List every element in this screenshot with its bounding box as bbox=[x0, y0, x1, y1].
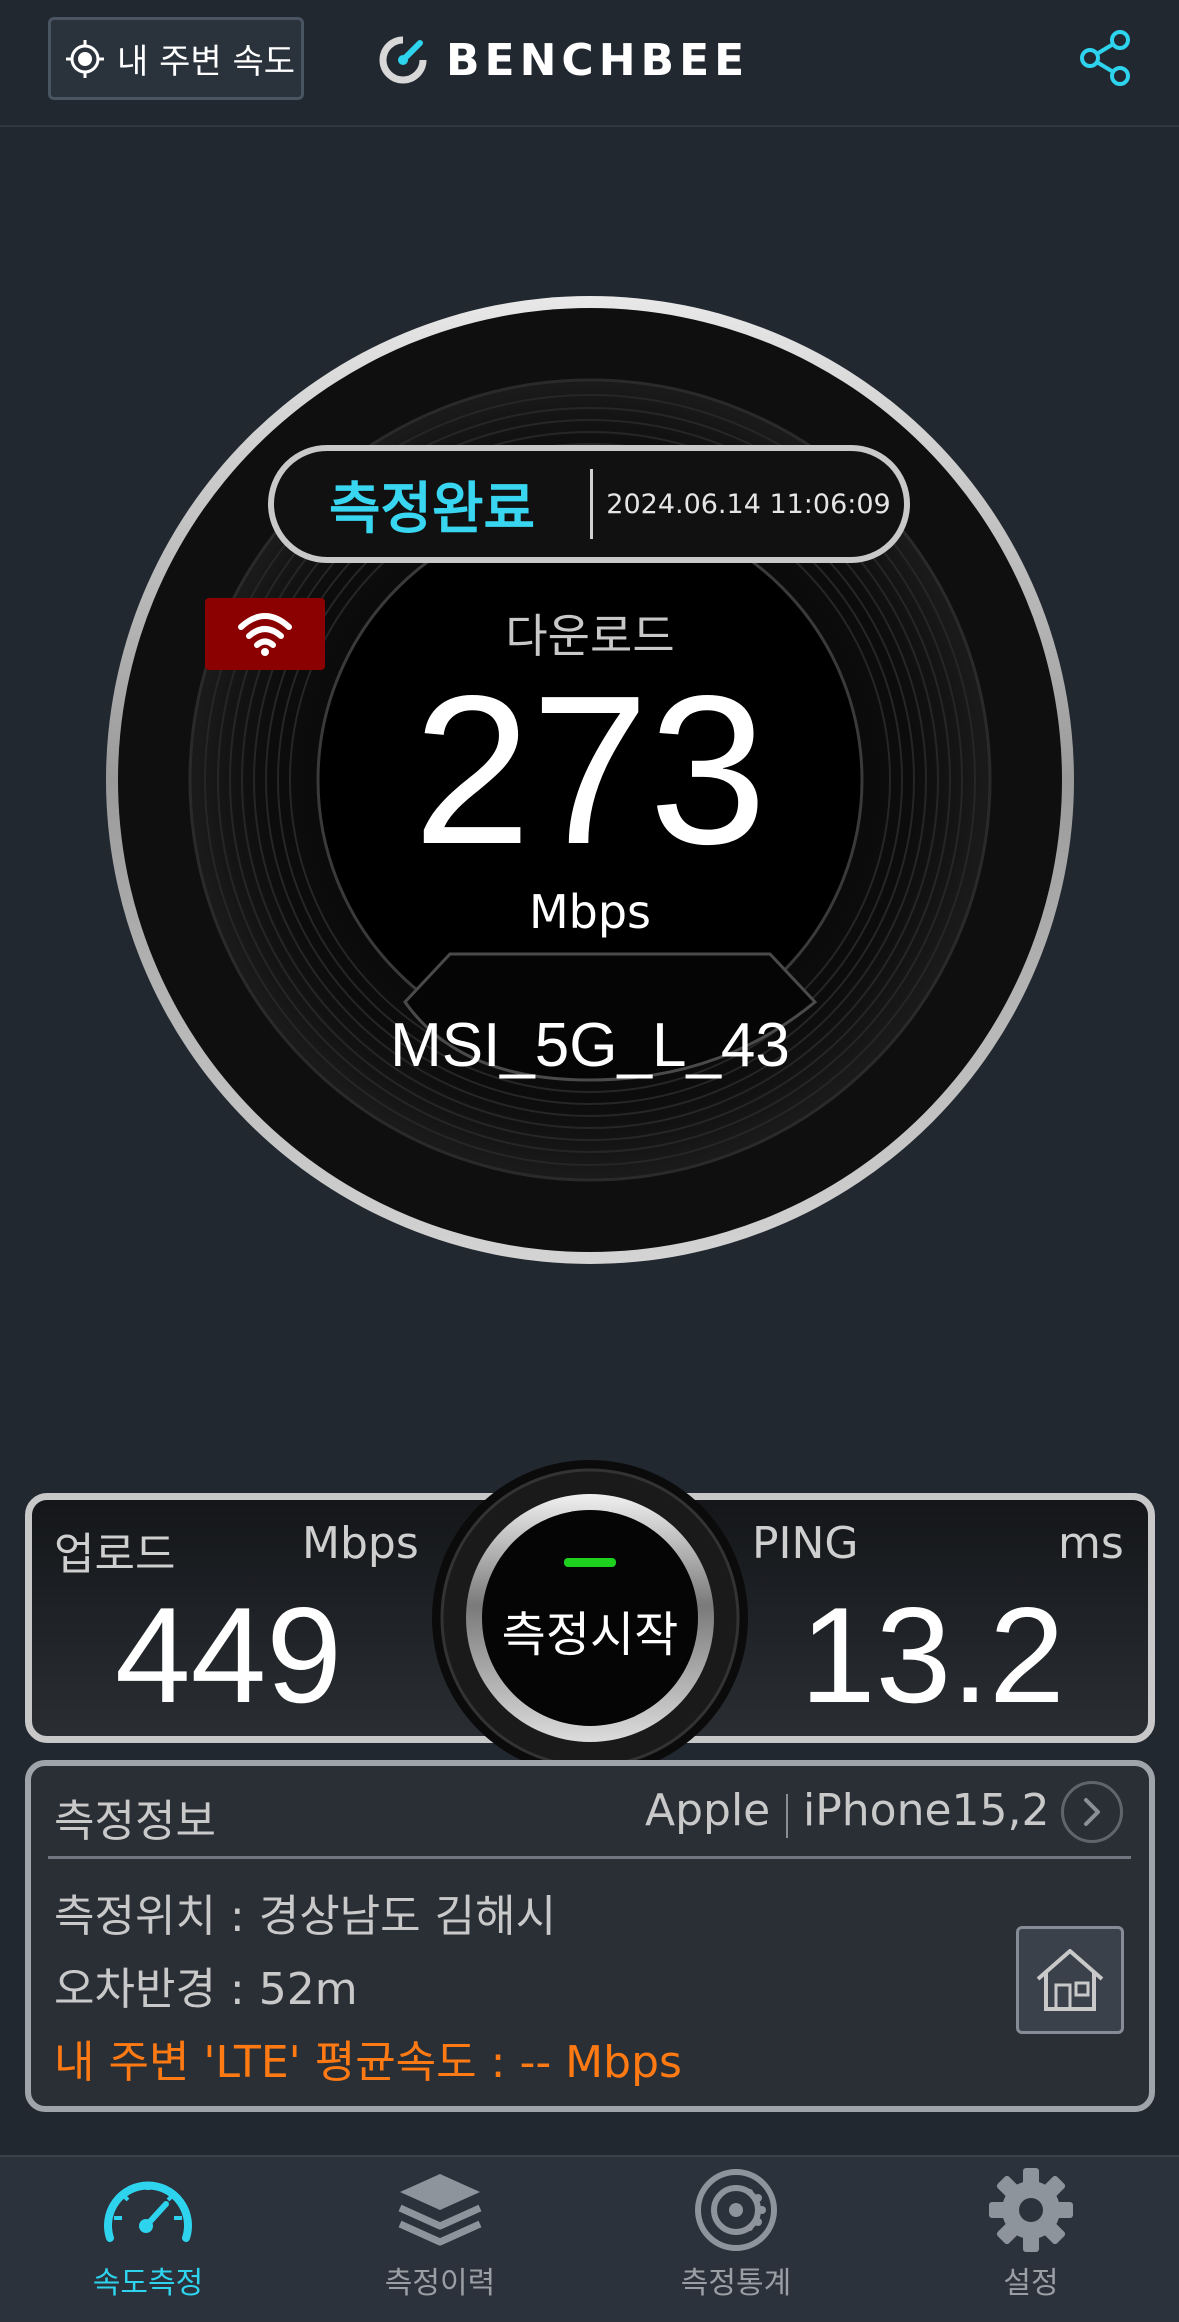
nav-history[interactable]: 측정이력 bbox=[340, 2168, 540, 2318]
download-unit: Mbps bbox=[528, 885, 652, 939]
measurement-location: 측정위치 : 경상남도 김해시 bbox=[54, 1891, 557, 1942]
device-brand: Apple bbox=[645, 1785, 771, 1836]
wifi-icon bbox=[238, 613, 292, 656]
home-button[interactable] bbox=[1016, 1926, 1124, 2034]
nav-label: 측정통계 bbox=[680, 2266, 792, 2301]
nav-settings[interactable]: 설정 bbox=[931, 2168, 1131, 2318]
nearby-speed-label: 내 주변 속도 bbox=[117, 42, 296, 82]
nav-label: 설정 bbox=[1003, 2266, 1059, 2301]
network-name: MSI_5G_L_43 bbox=[390, 1011, 790, 1080]
chevron-right-icon bbox=[1084, 1798, 1100, 1826]
upload-value: 449 bbox=[115, 1579, 342, 1731]
upload-unit: Mbps bbox=[302, 1518, 419, 1569]
measurement-timestamp: 2024.06.14 11:06:09 bbox=[606, 488, 891, 520]
device-model: iPhone15,2 bbox=[803, 1785, 1050, 1836]
nav-label: 속도측정 bbox=[92, 2266, 204, 2301]
location-target-icon bbox=[66, 39, 104, 78]
nav-statistics[interactable]: 측정통계 bbox=[636, 2168, 836, 2318]
stats-disc-icon bbox=[695, 2169, 777, 2251]
layers-icon bbox=[398, 2174, 482, 2246]
status-pill: 측정완료 2024.06.14 11:06:09 bbox=[268, 445, 910, 563]
nearby-average-speed: 내 주변 'LTE' 평균속도 : -- Mbps bbox=[54, 2037, 682, 2088]
nav-label: 측정이력 bbox=[384, 2266, 496, 2301]
upload-label: 업로드 bbox=[54, 1529, 176, 1580]
ping-value: 13.2 bbox=[800, 1579, 1065, 1731]
share-icon[interactable] bbox=[1075, 28, 1135, 88]
error-radius: 오차반경 : 52m bbox=[54, 1964, 358, 2015]
ping-label: PING bbox=[752, 1518, 859, 1569]
nearby-speed-button[interactable]: 내 주변 속도 bbox=[48, 17, 304, 100]
logo-gauge-icon bbox=[379, 36, 427, 84]
info-detail-button[interactable] bbox=[1061, 1781, 1123, 1843]
info-divider bbox=[48, 1856, 1131, 1859]
ping-unit: ms bbox=[1058, 1518, 1124, 1569]
gear-icon bbox=[989, 2168, 1073, 2252]
app-header: 내 주변 속도 BENCHBEE bbox=[0, 0, 1179, 127]
info-title: 측정정보 bbox=[54, 1796, 216, 1847]
home-icon bbox=[1036, 1949, 1104, 2011]
nav-speed-test[interactable]: 속도측정 bbox=[48, 2168, 248, 2318]
connection-type-badge bbox=[205, 598, 325, 670]
device-separator bbox=[786, 1794, 788, 1838]
logo-text: BENCHBEE bbox=[446, 34, 750, 86]
download-value: 273 bbox=[413, 651, 767, 888]
speedometer-icon bbox=[104, 2181, 192, 2242]
measurement-status: 측정완료 bbox=[328, 476, 536, 542]
benchbee-logo: BENCHBEE bbox=[378, 28, 749, 92]
start-test-label: 측정시작 bbox=[501, 1607, 679, 1663]
